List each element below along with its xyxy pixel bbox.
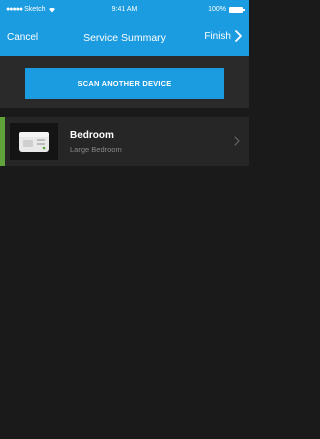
device-list-item[interactable]: Bedroom Large Bedroom [0, 117, 249, 166]
nav-bar: Cancel Service Summary Finish [0, 20, 249, 56]
device-subtitle: Large Bedroom [70, 145, 122, 154]
status-right: 100% [208, 6, 245, 13]
chevron-right-icon [234, 136, 240, 146]
battery-icon [229, 6, 245, 13]
finish-label: Finish [204, 30, 231, 42]
app-screen: ●●●●● Sketch 9:41 AM 100% Cancel Service… [0, 0, 249, 439]
scan-section: SCAN ANOTHER DEVICE [0, 56, 249, 108]
device-name: Bedroom [70, 130, 114, 141]
chevron-right-icon [235, 30, 242, 42]
smoke-detector-icon [19, 131, 49, 152]
scan-another-device-button[interactable]: SCAN ANOTHER DEVICE [25, 68, 224, 99]
status-bar: ●●●●● Sketch 9:41 AM 100% [0, 0, 249, 20]
finish-button[interactable]: Finish [204, 30, 242, 42]
status-accent-bar [0, 117, 5, 166]
device-text: Bedroom Large Bedroom [70, 130, 122, 155]
device-thumbnail [10, 123, 58, 160]
battery-percent: 100% [208, 6, 226, 13]
